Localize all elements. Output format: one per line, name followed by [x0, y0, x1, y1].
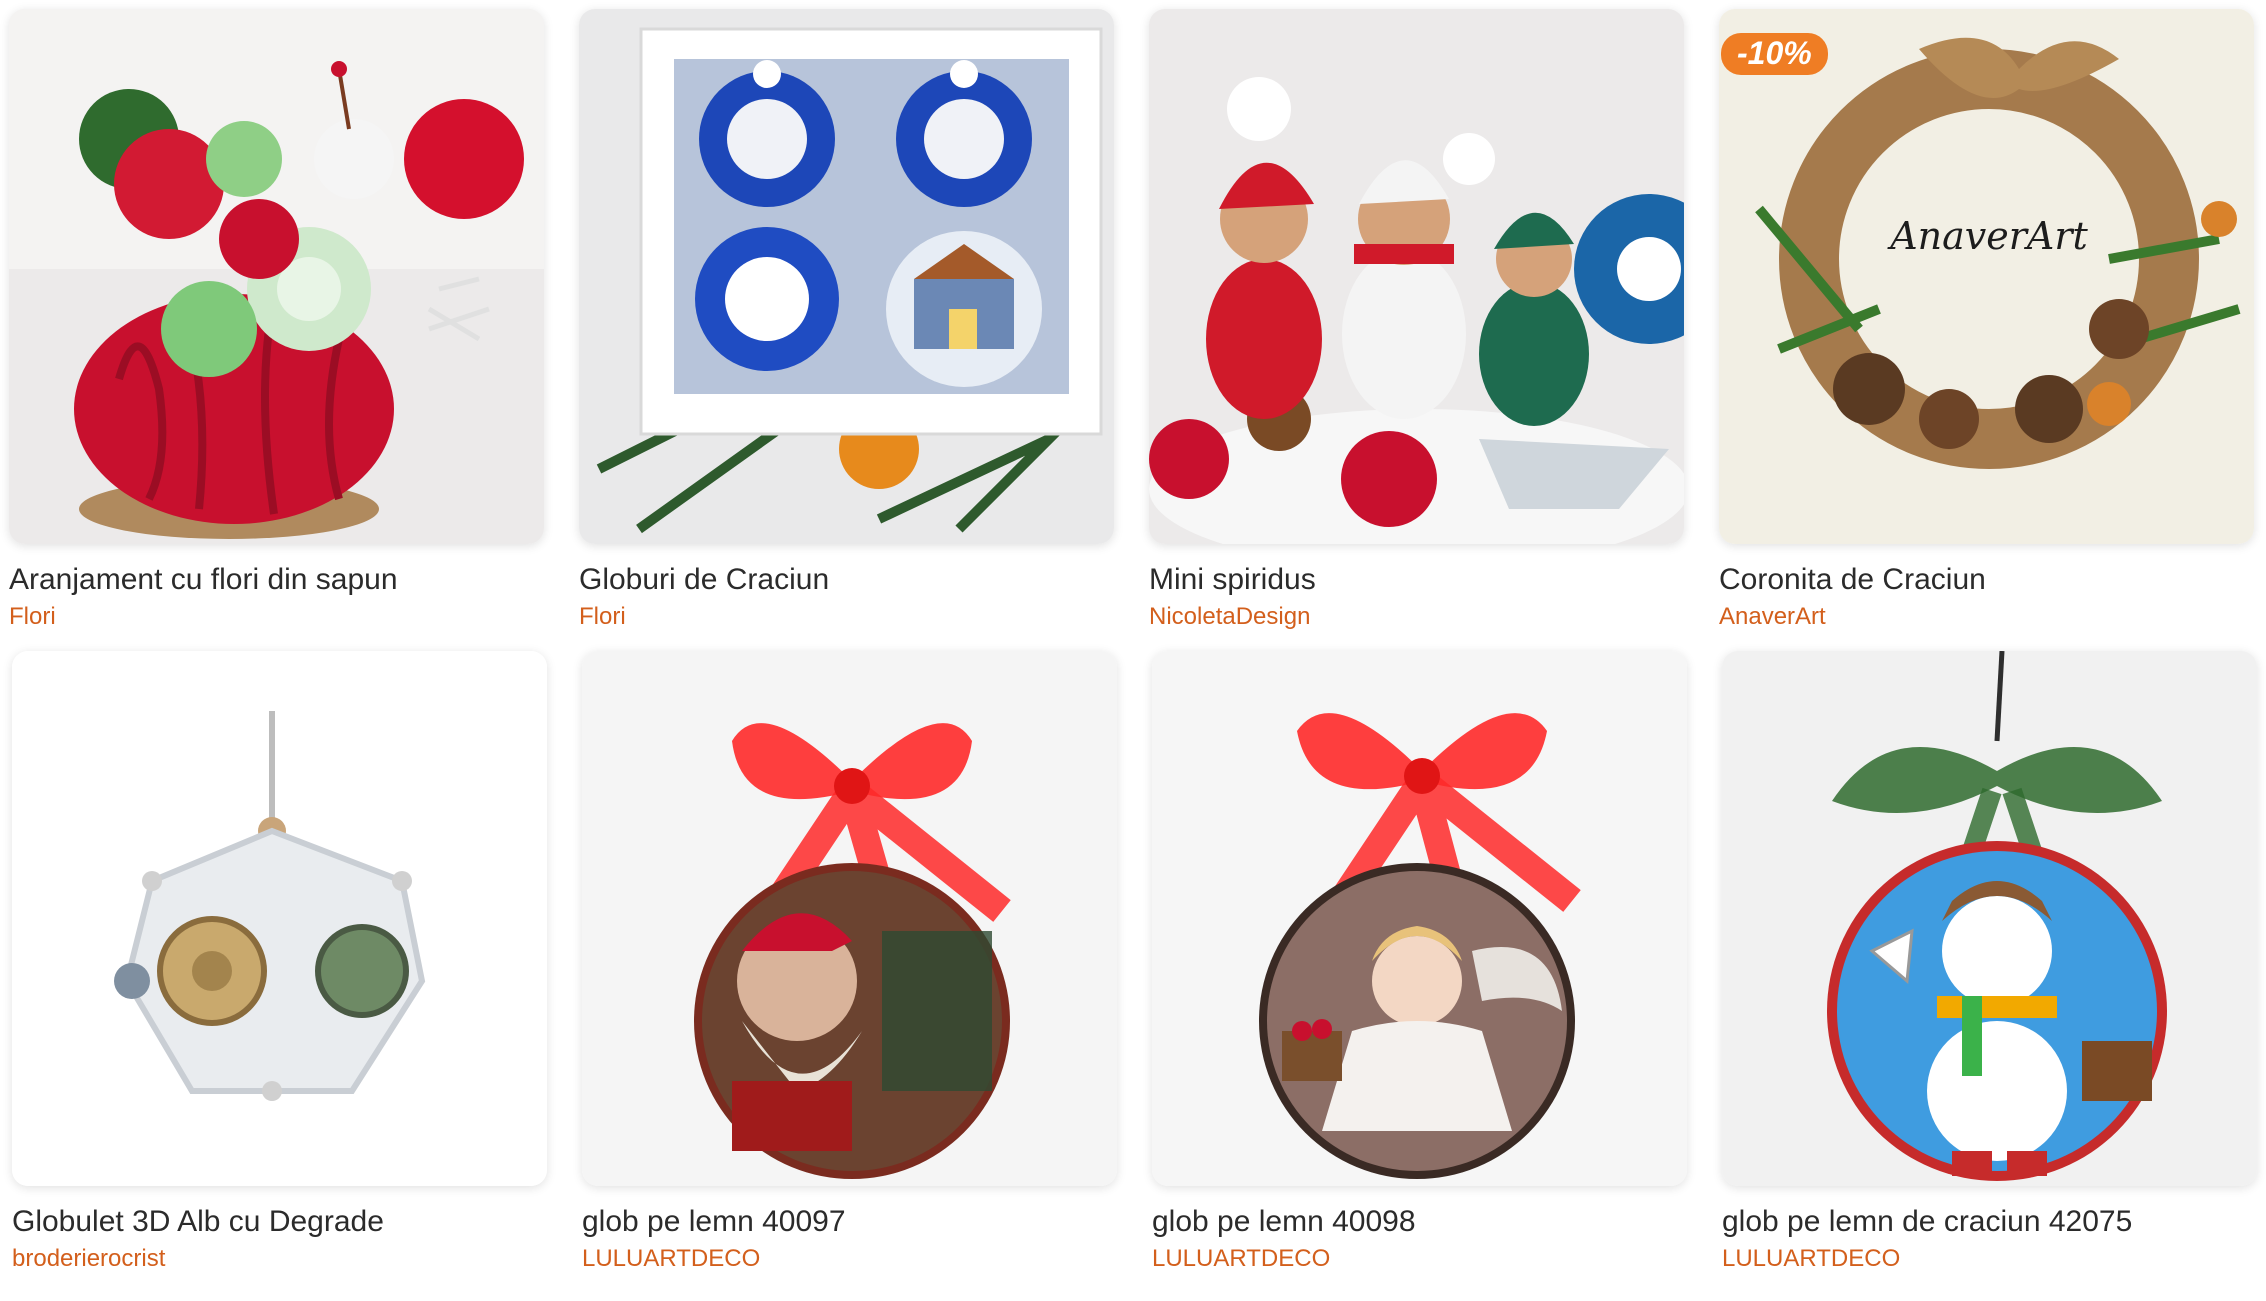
lace-ornament-image	[12, 651, 547, 1186]
product-image[interactable]: AnaverArt -10%	[1719, 9, 2254, 544]
product-title[interactable]: Globulet 3D Alb cu Degrade	[12, 1204, 547, 1240]
product-title[interactable]: glob pe lemn de craciun 42075	[1722, 1204, 2257, 1240]
product-card[interactable]: glob pe lemn de craciun 42075 LULUARTDEC…	[1722, 651, 2257, 1274]
product-image[interactable]	[1722, 651, 2257, 1186]
product-card[interactable]: Mini spiridus NicoletaDesign	[1149, 9, 1684, 632]
wood-ornament-snowman-image	[1722, 651, 2257, 1186]
product-title[interactable]: Coronita de Craciun	[1719, 562, 2254, 598]
seller-link[interactable]: LULUARTDECO	[1722, 1244, 2257, 1274]
seller-link[interactable]: Flori	[9, 602, 544, 632]
product-title[interactable]: glob pe lemn 40098	[1152, 1204, 1687, 1240]
product-card[interactable]: glob pe lemn 40097 LULUARTDECO	[582, 651, 1117, 1274]
product-image[interactable]	[9, 9, 544, 544]
product-card[interactable]: Globuri de Craciun Flori	[579, 9, 1114, 632]
christmas-ornaments-box-image	[579, 9, 1114, 544]
product-card[interactable]: AnaverArt -10% Coronita de Craciun Anave…	[1719, 9, 2254, 632]
seller-link[interactable]: broderierocrist	[12, 1244, 547, 1274]
seller-link[interactable]: LULUARTDECO	[582, 1244, 1117, 1274]
crochet-elves-image	[1149, 9, 1684, 544]
product-image[interactable]	[582, 651, 1117, 1186]
product-title[interactable]: Aranjament cu flori din sapun	[9, 562, 544, 598]
seller-link[interactable]: NicoletaDesign	[1149, 602, 1684, 632]
product-image[interactable]	[1152, 651, 1687, 1186]
wreath-image-text: AnaverArt	[1887, 214, 2088, 258]
seller-link[interactable]: LULUARTDECO	[1152, 1244, 1687, 1274]
product-card[interactable]: glob pe lemn 40098 LULUARTDECO	[1152, 651, 1687, 1274]
seller-link[interactable]: AnaverArt	[1719, 602, 2254, 632]
seller-link[interactable]: Flori	[579, 602, 1114, 632]
product-card[interactable]: Aranjament cu flori din sapun Flori	[9, 9, 544, 632]
product-card[interactable]: Globulet 3D Alb cu Degrade broderierocri…	[12, 651, 547, 1274]
product-title[interactable]: Mini spiridus	[1149, 562, 1684, 598]
product-title[interactable]: glob pe lemn 40097	[582, 1204, 1117, 1240]
wood-ornament-santa-image	[582, 651, 1117, 1186]
product-image[interactable]	[579, 9, 1114, 544]
product-title[interactable]: Globuri de Craciun	[579, 562, 1114, 598]
discount-badge: -10%	[1721, 33, 1828, 75]
product-image[interactable]	[1149, 9, 1684, 544]
wood-ornament-angel-image	[1152, 651, 1687, 1186]
product-image[interactable]	[12, 651, 547, 1186]
soap-flower-arrangement-image	[9, 9, 544, 544]
christmas-wreath-image: AnaverArt	[1719, 9, 2254, 544]
